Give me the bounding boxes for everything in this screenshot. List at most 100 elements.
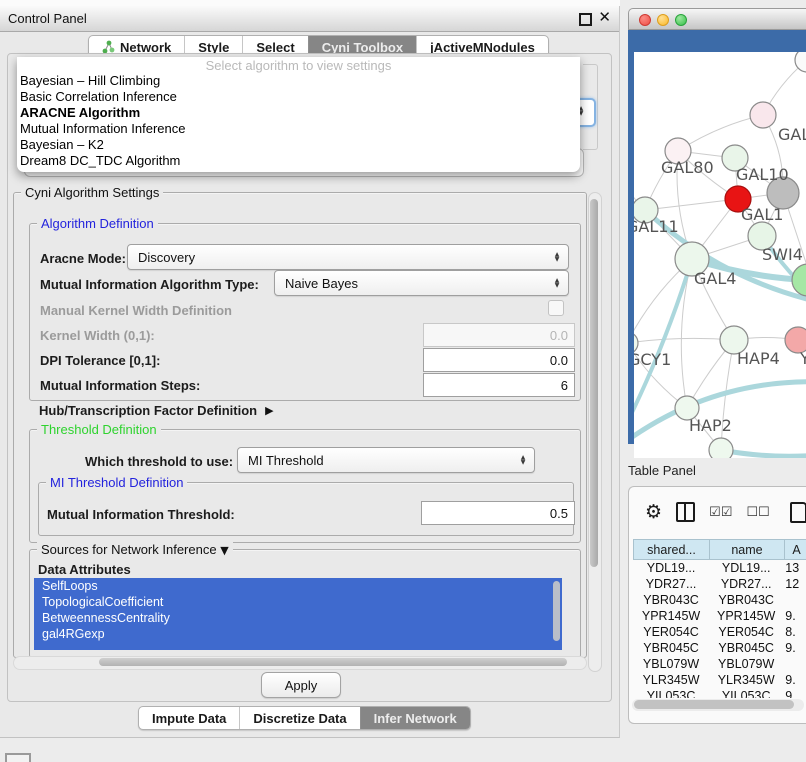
- kernel-width-field: 0.0: [423, 323, 575, 347]
- table-cell: YIL053C: [633, 689, 709, 698]
- table-panel-title: Table Panel: [628, 463, 696, 478]
- node-table: shared...nameA YDL19...YDL19...13YDR27..…: [633, 539, 806, 698]
- attribute-selfloops[interactable]: SelfLoops: [34, 578, 562, 594]
- table-horizontal-scrollbar[interactable]: [632, 699, 804, 711]
- tab-discretize-data[interactable]: Discretize Data: [239, 707, 359, 729]
- data-attributes-label: Data Attributes: [38, 562, 131, 577]
- table-cell: 9.: [783, 641, 806, 655]
- table-cell: YIL053C: [709, 689, 783, 698]
- close-traffic-light-icon[interactable]: [639, 14, 651, 26]
- table-row[interactable]: YBL079WYBL079W: [633, 656, 806, 672]
- network-canvas[interactable]: GALGAL80GAL10GAL1GAL11GAL4SWI4GCY1HAP4YH…: [634, 52, 806, 458]
- manual-kernel-checkbox[interactable]: [548, 300, 564, 316]
- mi-threshold-field[interactable]: 0.5: [421, 501, 575, 525]
- mi-threshold-group-title: MI Threshold Definition: [46, 475, 187, 490]
- menu-item-dream8-dc-tdc-algorithm[interactable]: Dream8 DC_TDC Algorithm: [17, 153, 580, 169]
- column-header-shared[interactable]: shared...: [633, 539, 710, 560]
- which-threshold-select[interactable]: MI Threshold ▲▼: [237, 447, 535, 473]
- node-label-gal-cut: GAL: [778, 125, 806, 144]
- algorithm-dropdown: Select algorithm to view settings Bayesi…: [17, 57, 580, 172]
- mi-type-label: Mutual Information Algorithm Type:: [40, 277, 259, 292]
- attributes-scrollbar[interactable]: [553, 581, 560, 641]
- aracne-mode-select[interactable]: Discovery ▲▼: [127, 244, 569, 270]
- settings-vertical-scrollbar[interactable]: [588, 192, 602, 672]
- close-icon[interactable]: ✕: [598, 8, 611, 28]
- table-cell: 8.: [783, 625, 806, 639]
- table-cell: YPR145W: [709, 609, 783, 623]
- kernel-width-value: 0.0: [550, 328, 568, 343]
- menu-item-mutual-information-inference[interactable]: Mutual Information Inference: [17, 121, 580, 137]
- table-row[interactable]: YIL053CYIL053C9: [633, 688, 806, 698]
- network-window-frame: GALGAL80GAL10GAL1GAL11GAL4SWI4GCY1HAP4YH…: [628, 30, 806, 444]
- table-cell: YDR27...: [633, 577, 709, 591]
- table-cell: 9.: [783, 673, 806, 687]
- data-attributes-list[interactable]: SelfLoopsTopologicalCoefficientBetweenne…: [34, 578, 562, 650]
- control-panel-titlebar: Control Panel ✕: [0, 6, 619, 32]
- table-body: YDL19...YDL19...13YDR27...YDR27...12YBR0…: [633, 560, 806, 698]
- zoom-traffic-light-icon[interactable]: [675, 14, 687, 26]
- mi-type-value: Naive Bayes: [275, 276, 549, 291]
- attribute-topologicalcoefficient[interactable]: TopologicalCoefficient: [34, 594, 562, 610]
- tab-impute-data[interactable]: Impute Data: [139, 707, 239, 729]
- float-window-icon[interactable]: [579, 13, 592, 26]
- sources-group: Sources for Network Inference ▼ Data Att…: [29, 549, 581, 658]
- mi-threshold-group: MI Threshold Definition Mutual Informati…: [38, 482, 574, 536]
- expand-right-icon: ▶: [265, 404, 273, 417]
- table-row[interactable]: YDL19...YDL19...13: [633, 560, 806, 576]
- table-row[interactable]: YBR043CYBR043C: [633, 592, 806, 608]
- network-window-titlebar[interactable]: [628, 8, 806, 30]
- settings-group-title: Cyni Algorithm Settings: [21, 185, 163, 200]
- network-edge: [721, 450, 806, 456]
- table-header-row: shared...nameA: [633, 539, 806, 560]
- combo-arrows-icon: ▲▼: [549, 278, 565, 288]
- node-label-swi4: SWI4: [762, 245, 803, 264]
- mi-type-select[interactable]: Naive Bayes ▲▼: [274, 270, 569, 296]
- dpi-tolerance-field[interactable]: 0.0: [423, 348, 575, 372]
- hub-definition-expander[interactable]: Hub/Transcription Factor Definition ▶: [39, 403, 274, 418]
- table-cell: YBR043C: [633, 593, 709, 607]
- table-row[interactable]: YBR045CYBR045C9.: [633, 640, 806, 656]
- table-row[interactable]: YER054CYER054C8.: [633, 624, 806, 640]
- node-label-gal10: GAL10: [736, 165, 789, 184]
- mi-threshold-value: 0.5: [550, 506, 568, 521]
- tab-infer-network[interactable]: Infer Network: [360, 707, 470, 729]
- minimize-traffic-light-icon[interactable]: [657, 14, 669, 26]
- tab-discretize-data-label: Discretize Data: [253, 711, 346, 726]
- node-label-gcy1: GCY1: [634, 350, 671, 369]
- table-row[interactable]: YLR345WYLR345W9.: [633, 672, 806, 688]
- clear-checkboxes-icon[interactable]: ☐☐: [746, 505, 769, 520]
- select-all-checkboxes-icon[interactable]: ☑☑: [709, 505, 732, 520]
- algorithm-dropdown-placeholder: Select algorithm to view settings: [17, 58, 580, 73]
- menu-item-aracne-algorithm[interactable]: ARACNE Algorithm: [17, 105, 580, 121]
- collapsed-panel-button[interactable]: [5, 753, 31, 762]
- mi-steps-field[interactable]: 6: [423, 373, 575, 397]
- settings-gear-icon[interactable]: ⚙: [645, 503, 662, 522]
- table-cell: 9.: [783, 609, 806, 623]
- settings-horizontal-scrollbar[interactable]: [13, 656, 587, 670]
- network-node-gal-cut[interactable]: [750, 102, 776, 128]
- node-label-gal11: GAL11: [634, 217, 679, 236]
- network-graph: GALGAL80GAL10GAL1GAL11GAL4SWI4GCY1HAP4YH…: [634, 52, 806, 458]
- column-header-name[interactable]: name: [710, 539, 785, 560]
- aracne-mode-value: Discovery: [128, 250, 549, 265]
- attribute-betweennesscentrality[interactable]: BetweennessCentrality: [34, 610, 562, 626]
- menu-item-bayesian-hill-climbing[interactable]: Bayesian – Hill Climbing: [17, 73, 580, 89]
- table-row[interactable]: YPR145WYPR145W9.: [633, 608, 806, 624]
- manual-kernel-label: Manual Kernel Width Definition: [40, 303, 232, 318]
- table-row[interactable]: YDR27...YDR27...12: [633, 576, 806, 592]
- menu-item-basic-correlation-inference[interactable]: Basic Correlation Inference: [17, 89, 580, 105]
- menu-item-bayesian-k2[interactable]: Bayesian – K2: [17, 137, 580, 153]
- network-edge: [678, 115, 763, 151]
- threshold-definition-group: Threshold Definition Which threshold to …: [29, 429, 581, 543]
- column-header-a[interactable]: A: [785, 539, 806, 560]
- network-node-node-bot[interactable]: [709, 438, 733, 458]
- node-label-hap2: HAP2: [689, 416, 732, 435]
- apply-button[interactable]: Apply: [261, 672, 341, 698]
- network-node-swi4[interactable]: [792, 264, 806, 296]
- node-label-gal80: GAL80: [661, 158, 714, 177]
- columns-layout-icon[interactable]: [676, 502, 695, 522]
- table-cell: YPR145W: [633, 609, 709, 623]
- sources-group-title[interactable]: Sources for Network Inference ▼: [37, 542, 233, 557]
- function-builder-icon[interactable]: [790, 502, 806, 523]
- attribute-gal4rgexp[interactable]: gal4RGexp: [34, 626, 562, 642]
